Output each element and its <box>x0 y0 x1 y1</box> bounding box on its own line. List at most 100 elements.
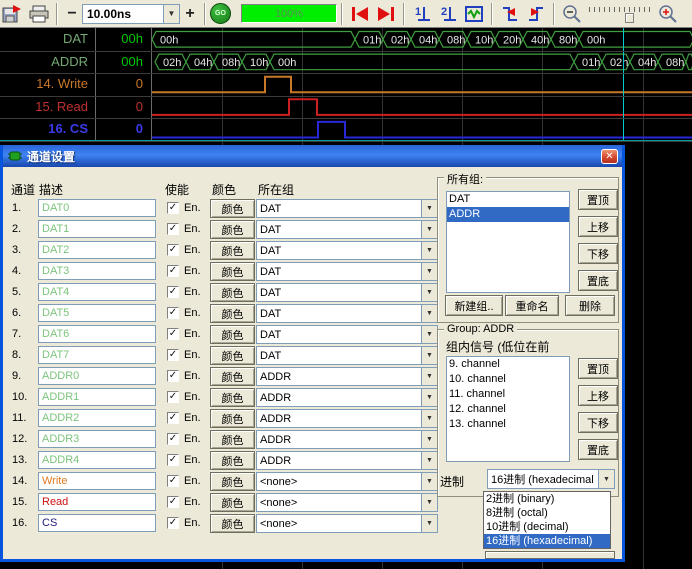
enable-checkbox[interactable]: ✓ <box>167 349 179 361</box>
enable-checkbox[interactable]: ✓ <box>167 244 179 256</box>
color-button[interactable]: 颜色 <box>210 409 255 428</box>
print-button[interactable] <box>26 2 52 26</box>
time-cursor[interactable] <box>623 28 624 141</box>
enable-checkbox[interactable]: ✓ <box>167 202 179 214</box>
timebase-increase-button[interactable]: + <box>180 4 200 24</box>
close-button[interactable]: ✕ <box>601 149 618 164</box>
prev-edge-button[interactable] <box>497 2 523 26</box>
move-up-button[interactable]: 上移 <box>578 385 618 406</box>
group-select[interactable]: ADDR▼ <box>256 388 438 407</box>
channel-desc-input[interactable] <box>38 325 156 343</box>
radix-dropdown-list[interactable]: 2进制 (binary)8进制 (octal)10进制 (decimal)16进… <box>483 491 611 549</box>
color-button[interactable]: 颜色 <box>210 325 255 344</box>
channel-desc-input[interactable] <box>38 262 156 280</box>
channel-desc-input[interactable] <box>38 283 156 301</box>
list-item[interactable]: 13. channel <box>447 417 569 432</box>
channel-desc-input[interactable] <box>38 472 156 490</box>
radix-option[interactable]: 10进制 (decimal) <box>484 520 610 534</box>
channel-desc-input[interactable] <box>38 451 156 469</box>
enable-checkbox[interactable]: ✓ <box>167 328 179 340</box>
group-select[interactable]: <none>▼ <box>256 493 438 512</box>
color-button[interactable]: 颜色 <box>210 262 255 281</box>
color-button[interactable]: 颜色 <box>210 472 255 491</box>
list-item[interactable]: 12. channel <box>447 402 569 417</box>
all-groups-list[interactable]: DATADDR <box>446 191 570 293</box>
export-button[interactable] <box>0 2 26 26</box>
channel-desc-input[interactable] <box>38 493 156 511</box>
radix-option[interactable]: 8进制 (octal) <box>484 506 610 520</box>
chevron-down-icon[interactable]: ▼ <box>421 368 437 385</box>
zoom-in-button[interactable] <box>655 2 681 26</box>
group-select[interactable]: ADDR▼ <box>256 451 438 470</box>
go-button[interactable]: GO <box>210 3 231 24</box>
list-item[interactable]: ADDR <box>447 207 569 222</box>
enable-checkbox[interactable]: ✓ <box>167 433 179 445</box>
move-top-button[interactable]: 置顶 <box>578 358 618 379</box>
channel-desc-input[interactable] <box>38 409 156 427</box>
enable-checkbox[interactable]: ✓ <box>167 307 179 319</box>
enable-checkbox[interactable]: ✓ <box>167 475 179 487</box>
color-button[interactable]: 颜色 <box>210 220 255 239</box>
chevron-down-icon[interactable]: ▼ <box>421 347 437 364</box>
color-button[interactable]: 颜色 <box>210 283 255 302</box>
enable-checkbox[interactable]: ✓ <box>167 412 179 424</box>
channel-desc-input[interactable] <box>38 514 156 532</box>
radix-option[interactable]: 2进制 (binary) <box>484 492 610 506</box>
chevron-down-icon[interactable]: ▼ <box>421 221 437 238</box>
channel-desc-input[interactable] <box>38 346 156 364</box>
dialog-titlebar[interactable]: 通道设置 ✕ <box>3 145 622 167</box>
color-button[interactable]: 颜色 <box>210 241 255 260</box>
color-button[interactable]: 颜色 <box>210 493 255 512</box>
rename-group-button[interactable]: 重命名 <box>505 295 559 316</box>
group-select[interactable]: DAT▼ <box>256 304 438 323</box>
channel-desc-input[interactable] <box>38 430 156 448</box>
group-select[interactable]: DAT▼ <box>256 283 438 302</box>
group-signals-list[interactable]: 9. channel10. channel11. channel12. chan… <box>446 356 570 462</box>
group-select[interactable]: <none>▼ <box>256 472 438 491</box>
color-button[interactable]: 颜色 <box>210 304 255 323</box>
enable-checkbox[interactable]: ✓ <box>167 391 179 403</box>
slider-thumb[interactable] <box>625 13 634 23</box>
group-select[interactable]: ADDR▼ <box>256 409 438 428</box>
cursor-2-button[interactable]: 2 <box>435 2 461 26</box>
enable-checkbox[interactable]: ✓ <box>167 265 179 277</box>
group-select[interactable]: ADDR▼ <box>256 367 438 386</box>
move-up-button[interactable]: 上移 <box>578 216 618 237</box>
radix-combobox[interactable]: 16进制 (hexadecimal ▼ <box>487 469 615 489</box>
move-top-button[interactable]: 置顶 <box>578 189 618 210</box>
list-item[interactable]: DAT <box>447 192 569 207</box>
list-item[interactable]: 9. channel <box>447 357 569 372</box>
group-select[interactable]: DAT▼ <box>256 262 438 281</box>
color-button[interactable]: 颜色 <box>210 514 255 533</box>
zoom-out-button[interactable] <box>559 2 585 26</box>
color-button[interactable]: 颜色 <box>210 199 255 218</box>
list-item[interactable]: 10. channel <box>447 372 569 387</box>
channel-desc-input[interactable] <box>38 241 156 259</box>
chevron-down-icon[interactable]: ▼ <box>421 263 437 280</box>
chevron-down-icon[interactable]: ▼ <box>163 5 179 23</box>
enable-checkbox[interactable]: ✓ <box>167 496 179 508</box>
enable-checkbox[interactable]: ✓ <box>167 517 179 529</box>
chevron-down-icon[interactable]: ▼ <box>421 326 437 343</box>
delete-group-button[interactable]: 删除 <box>565 295 615 316</box>
group-select[interactable]: DAT▼ <box>256 346 438 365</box>
goto-end-button[interactable] <box>373 2 399 26</box>
group-select[interactable]: DAT▼ <box>256 325 438 344</box>
chevron-down-icon[interactable]: ▼ <box>421 200 437 217</box>
group-select[interactable]: DAT▼ <box>256 199 438 218</box>
enable-checkbox[interactable]: ✓ <box>167 286 179 298</box>
enable-checkbox[interactable]: ✓ <box>167 223 179 235</box>
list-item[interactable]: 11. channel <box>447 387 569 402</box>
channel-desc-input[interactable] <box>38 199 156 217</box>
chevron-down-icon[interactable]: ▼ <box>421 431 437 448</box>
fit-all-button[interactable] <box>461 2 487 26</box>
move-down-button[interactable]: 下移 <box>578 412 618 433</box>
chevron-down-icon[interactable]: ▼ <box>421 242 437 259</box>
chevron-down-icon[interactable]: ▼ <box>421 473 437 490</box>
group-select[interactable]: DAT▼ <box>256 241 438 260</box>
channel-desc-input[interactable] <box>38 367 156 385</box>
move-bottom-button[interactable]: 置底 <box>578 439 618 460</box>
channel-desc-input[interactable] <box>38 388 156 406</box>
color-button[interactable]: 颜色 <box>210 451 255 470</box>
group-select[interactable]: ADDR▼ <box>256 430 438 449</box>
